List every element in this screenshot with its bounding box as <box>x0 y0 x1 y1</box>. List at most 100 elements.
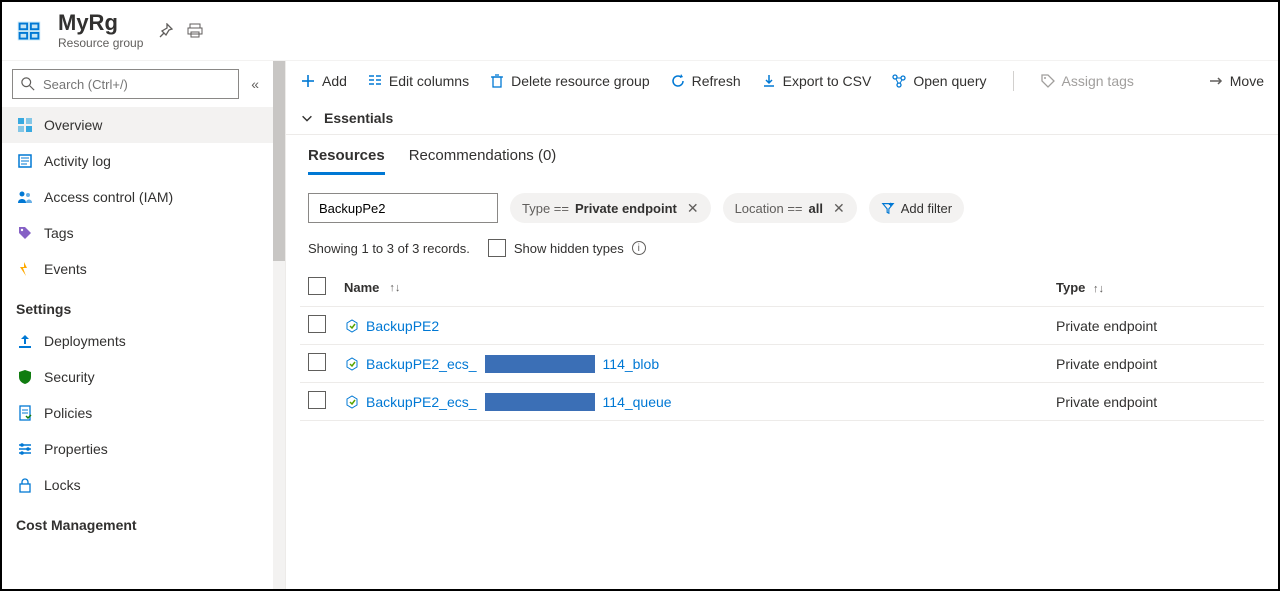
tab-resources[interactable]: Resources <box>308 147 385 175</box>
sidebar-item-label: Security <box>44 369 95 385</box>
row-checkbox[interactable] <box>308 315 326 333</box>
row-checkbox[interactable] <box>308 353 326 371</box>
page-subtitle: Resource group <box>58 36 143 50</box>
sidebar-search[interactable] <box>12 69 239 99</box>
add-filter-button[interactable]: Add filter <box>869 193 964 223</box>
people-icon <box>16 188 34 206</box>
sidebar-item-properties[interactable]: Properties <box>2 431 273 467</box>
sidebar-item-label: Overview <box>44 117 102 133</box>
sort-icon: ↑↓ <box>1093 283 1104 295</box>
resource-type: Private endpoint <box>1056 318 1256 334</box>
private-endpoint-icon <box>344 318 360 334</box>
resource-link[interactable]: BackupPE2_ecs_114_queue <box>344 393 672 411</box>
resource-link[interactable]: BackupPE2_ecs_114_blob <box>344 355 659 373</box>
print-icon[interactable] <box>187 23 203 39</box>
sidebar-item-label: Access control (IAM) <box>44 189 173 205</box>
sidebar-item-events[interactable]: Events <box>2 251 273 287</box>
table-row[interactable]: BackupPE2 Private endpoint <box>300 307 1264 345</box>
tabs: Resources Recommendations (0) <box>286 135 1278 175</box>
sidebar-item-access-control[interactable]: Access control (IAM) <box>2 179 273 215</box>
pin-icon[interactable] <box>157 23 173 39</box>
upload-icon <box>16 332 34 350</box>
command-bar: Add Edit columns Delete resource group R… <box>286 61 1278 102</box>
columns-icon <box>367 73 383 89</box>
section-cost: Cost Management <box>2 503 273 539</box>
table-row[interactable]: BackupPE2_ecs_114_blob Private endpoint <box>300 345 1264 383</box>
sidebar-item-security[interactable]: Security <box>2 359 273 395</box>
cmd-refresh[interactable]: Refresh <box>670 73 741 89</box>
redacted-segment <box>485 355 595 373</box>
table-row[interactable]: BackupPE2_ecs_114_queue Private endpoint <box>300 383 1264 421</box>
cmd-edit-columns[interactable]: Edit columns <box>367 73 469 89</box>
overview-icon <box>16 116 34 134</box>
private-endpoint-icon <box>344 356 360 372</box>
sidebar-item-label: Tags <box>44 225 74 241</box>
cmd-export-csv[interactable]: Export to CSV <box>761 73 872 89</box>
sidebar-item-overview[interactable]: Overview <box>2 107 273 143</box>
table-header: Name ↑↓ Type ↑↓ <box>300 269 1264 307</box>
plus-icon <box>300 73 316 89</box>
resource-group-icon <box>14 16 44 46</box>
sidebar-item-label: Activity log <box>44 153 111 169</box>
sidebar-item-label: Policies <box>44 405 92 421</box>
events-icon <box>16 260 34 278</box>
status-row: Showing 1 to 3 of 3 records. Show hidden… <box>286 233 1278 263</box>
checkbox[interactable] <box>488 239 506 257</box>
row-checkbox[interactable] <box>308 391 326 409</box>
page-header: MyRg Resource group <box>2 2 1278 50</box>
collapse-sidebar-icon[interactable]: « <box>247 72 263 96</box>
show-hidden-toggle[interactable]: Show hidden types i <box>488 239 646 257</box>
cmd-assign-tags: Assign tags <box>1040 73 1134 89</box>
cmd-open-query[interactable]: Open query <box>891 73 986 89</box>
cmd-add[interactable]: Add <box>300 73 347 89</box>
sidebar-item-label: Properties <box>44 441 108 457</box>
sidebar-search-input[interactable] <box>41 76 230 93</box>
sidebar-item-label: Events <box>44 261 87 277</box>
shield-icon <box>16 368 34 386</box>
col-header-name[interactable]: Name ↑↓ <box>344 280 1044 295</box>
redacted-segment <box>485 393 595 411</box>
sort-icon: ↑↓ <box>389 282 400 294</box>
lock-icon <box>16 476 34 494</box>
main-content: Add Edit columns Delete resource group R… <box>286 61 1278 589</box>
essentials-toggle[interactable]: Essentials <box>286 102 1278 135</box>
tab-recommendations[interactable]: Recommendations (0) <box>409 147 557 175</box>
sidebar-item-label: Locks <box>44 477 81 493</box>
tag-icon <box>1040 73 1056 89</box>
select-all-checkbox[interactable] <box>308 277 326 295</box>
resource-type: Private endpoint <box>1056 394 1256 410</box>
sidebar-item-activity-log[interactable]: Activity log <box>2 143 273 179</box>
sidebar: « Overview Activity log Access control (… <box>2 61 286 589</box>
arrow-right-icon <box>1208 73 1224 89</box>
sidebar-item-locks[interactable]: Locks <box>2 467 273 503</box>
sidebar-item-tags[interactable]: Tags <box>2 215 273 251</box>
policy-icon <box>16 404 34 422</box>
activity-log-icon <box>16 152 34 170</box>
resource-link[interactable]: BackupPE2 <box>344 318 439 334</box>
chevron-down-icon <box>300 111 316 125</box>
info-icon[interactable]: i <box>632 241 646 255</box>
divider <box>1013 71 1014 91</box>
graph-icon <box>891 73 907 89</box>
sidebar-item-deployments[interactable]: Deployments <box>2 323 273 359</box>
sidebar-item-policies[interactable]: Policies <box>2 395 273 431</box>
properties-icon <box>16 440 34 458</box>
cmd-delete[interactable]: Delete resource group <box>489 73 650 89</box>
download-icon <box>761 73 777 89</box>
cmd-move[interactable]: Move <box>1208 73 1264 89</box>
close-icon[interactable]: ✕ <box>687 200 699 217</box>
private-endpoint-icon <box>344 394 360 410</box>
filter-pill-location[interactable]: Location == all ✕ <box>723 193 857 223</box>
resource-type: Private endpoint <box>1056 356 1256 372</box>
close-icon[interactable]: ✕ <box>833 200 845 217</box>
filter-pill-type[interactable]: Type == Private endpoint ✕ <box>510 193 711 223</box>
filter-icon <box>881 201 895 215</box>
page-title: MyRg <box>58 12 143 34</box>
resources-table: Name ↑↓ Type ↑↓ BackupPE2 Private endpoin… <box>300 269 1264 421</box>
sidebar-scrollbar[interactable] <box>273 61 285 589</box>
filter-name-input[interactable] <box>308 193 498 223</box>
sidebar-item-label: Deployments <box>44 333 126 349</box>
col-header-type[interactable]: Type ↑↓ <box>1056 280 1256 295</box>
search-icon <box>21 77 35 91</box>
tag-icon <box>16 224 34 242</box>
